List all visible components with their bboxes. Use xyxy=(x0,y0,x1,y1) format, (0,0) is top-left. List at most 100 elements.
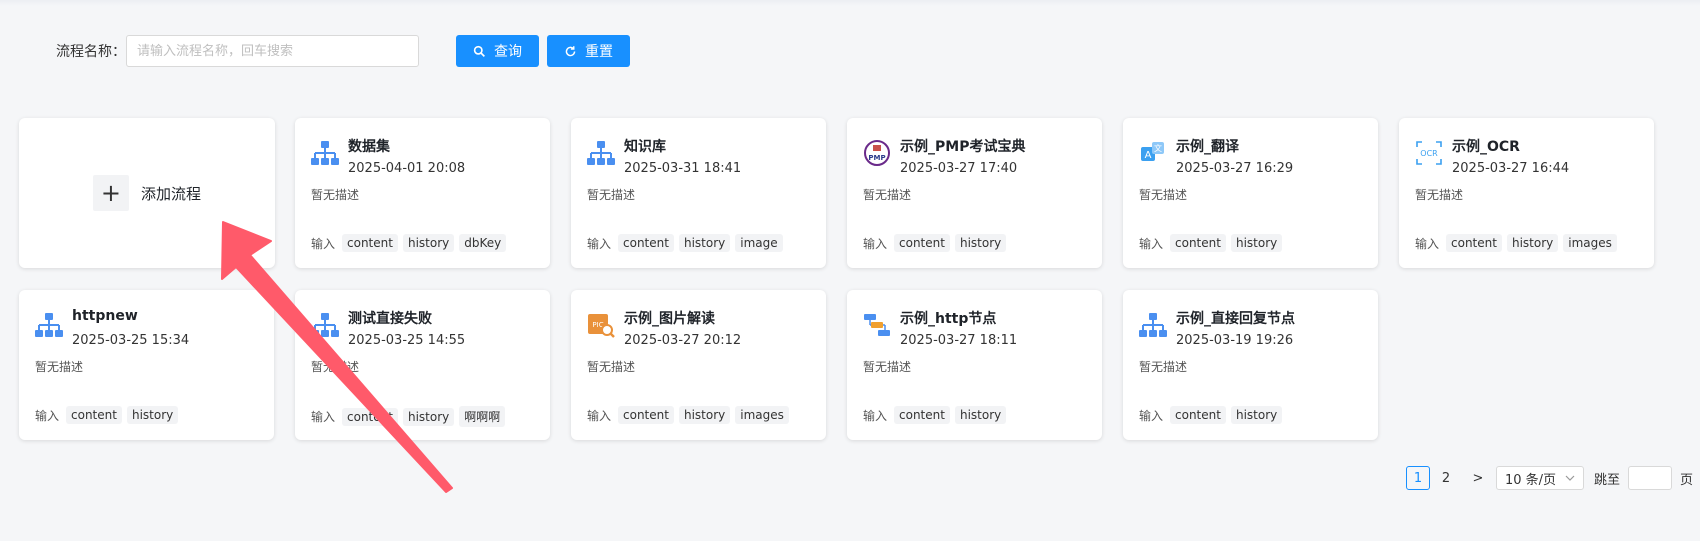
workflow-card-date: 2025-04-01 20:08 xyxy=(348,161,466,176)
input-tag: dbKey xyxy=(459,234,507,252)
input-tag: image xyxy=(735,234,783,252)
workflow-card-title: 示例_OCR xyxy=(1452,139,1520,155)
workflow-tree-icon xyxy=(35,311,63,339)
workflow-card[interactable]: A 文示例_翻译 2025-03-27 16:29 暂无描述 输入 content hist… xyxy=(1123,118,1378,268)
workflow-card[interactable]: 数据集 2025-04-01 20:08 暂无描述 输入 content history d… xyxy=(295,118,550,268)
workflow-card-description: 暂无描述 xyxy=(863,360,912,374)
inputs-label: 输入 xyxy=(863,408,888,423)
workflow-card[interactable]: PIC 示例_图片解读 2025-03-27 20:12 暂无描述 输入 content h… xyxy=(571,290,826,440)
page-1[interactable]: 1 xyxy=(1406,466,1430,490)
workflow-card-description: 暂无描述 xyxy=(35,360,84,374)
workflow-card[interactable]: 示例_http节点 2025-03-27 18:11 暂无描述输入 content hi… xyxy=(847,290,1102,440)
translate-icon: A文 xyxy=(1139,139,1167,167)
search-label: 流程名称： xyxy=(56,44,126,60)
input-tag: history xyxy=(402,407,455,426)
workflow-card-inputs: 输入 content history images xyxy=(587,406,789,424)
workflow-card-date: 2025-03-31 18:41 xyxy=(624,161,742,176)
workflow-card-date: 2025-03-19 19:26 xyxy=(1176,333,1294,348)
workflow-tree-icon xyxy=(587,139,615,167)
workflow-card-inputs: 输入 content history xyxy=(35,406,179,424)
pagination: 1 2 > 10 条/页 跳至 页 xyxy=(1406,466,1693,490)
workflow-tree-icon xyxy=(311,139,339,167)
input-tag: content xyxy=(342,407,398,426)
input-tag: content xyxy=(894,234,950,252)
input-tag: images xyxy=(735,406,789,424)
input-tag: history xyxy=(1506,234,1559,252)
workflow-card-title: 示例_直接回复节点 xyxy=(1176,311,1295,327)
page-2[interactable]: 2 xyxy=(1434,466,1458,490)
workflow-card-title: 示例_http节点 xyxy=(900,311,997,327)
inputs-label: 输入 xyxy=(587,236,612,251)
input-tag: content xyxy=(1170,406,1226,424)
workflow-card-date: 2025-03-27 16:44 xyxy=(1452,161,1570,176)
workflow-card-description: 暂无描述 xyxy=(1139,360,1188,374)
workflow-card-inputs: 输入 content history image xyxy=(587,234,783,252)
workflow-card-description: 暂无描述 xyxy=(587,360,636,374)
workflow-card-date: 2025-03-27 20:12 xyxy=(624,333,742,348)
inputs-label: 输入 xyxy=(35,408,60,423)
refresh-icon xyxy=(565,45,576,56)
search-row: 流程名称： xyxy=(56,35,419,67)
workflow-card[interactable]: 测试直接失败 2025-03-25 14:55 暂无描述 输入 content histo… xyxy=(295,290,550,440)
input-tag: history xyxy=(954,234,1007,252)
workflow-card-description: 暂无描述 xyxy=(1139,188,1188,202)
svg-text:A: A xyxy=(1145,150,1152,161)
inputs-label: 输入 xyxy=(1139,236,1164,251)
workflow-card-description: 暂无描述 xyxy=(587,188,636,202)
input-tag: content xyxy=(894,406,950,424)
page-suffix: 页 xyxy=(1680,472,1694,488)
workflow-card-inputs: 输入 content history xyxy=(1139,406,1283,424)
reset-button-label: 重置 xyxy=(585,44,613,60)
workflow-card-date: 2025-03-27 17:40 xyxy=(900,161,1018,176)
reset-button[interactable]: 重置 xyxy=(547,35,630,67)
pmp-icon: PMP xyxy=(863,139,891,167)
page-size-value: 10 条/页 xyxy=(1505,472,1557,488)
top-shadow-bar xyxy=(0,0,1700,6)
input-tag: images xyxy=(1563,234,1617,252)
input-tag: content xyxy=(1446,234,1502,252)
workflow-card[interactable]: httpnew 2025-03-25 15:34 暂无描述 输入 content hist… xyxy=(19,290,274,440)
query-button[interactable]: 查询 xyxy=(456,35,539,67)
workflow-card-description: 暂无描述 xyxy=(311,188,360,202)
query-button-label: 查询 xyxy=(494,44,522,60)
add-workflow-card[interactable]: + 添加流程 xyxy=(19,118,275,268)
input-tag: history xyxy=(1230,234,1283,252)
workflow-card-title: 测试直接失败 xyxy=(348,311,432,327)
inputs-label: 输入 xyxy=(863,236,888,251)
svg-text:文: 文 xyxy=(1154,143,1162,153)
plus-icon: + xyxy=(92,175,129,211)
workflow-card-inputs: 输入 content history dbKey xyxy=(311,234,507,252)
workflow-card-title: 示例_图片解读 xyxy=(624,311,715,327)
search-icon xyxy=(473,45,485,57)
svg-text:OCR: OCR xyxy=(1420,149,1438,158)
workflow-card-inputs: 输入 content history images xyxy=(1415,234,1617,252)
workflow-card-inputs: 输入 content history xyxy=(863,234,1007,252)
workflow-card[interactable]: 示例_直接回复节点 2025-03-19 19:26 暂无描述输入 content hi… xyxy=(1123,290,1378,440)
workflow-card-title: 示例_翻译 xyxy=(1176,139,1239,155)
input-tag: content xyxy=(618,406,674,424)
svg-text:PMP: PMP xyxy=(868,154,885,162)
workflow-card-date: 2025-03-27 16:29 xyxy=(1176,161,1294,176)
input-tag: content xyxy=(618,234,674,252)
search-input[interactable] xyxy=(126,35,419,67)
inputs-label: 输入 xyxy=(311,236,336,251)
workflow-card[interactable]: OCR 示例_OCR 2025-03-27 16:44 暂无描述 输入 content hi… xyxy=(1399,118,1654,268)
input-tag: history xyxy=(678,234,731,252)
workflow-card[interactable]: 知识库 2025-03-31 18:41 暂无描述 输入 content history i… xyxy=(571,118,826,268)
add-workflow-label: 添加流程 xyxy=(140,184,201,203)
input-tag: history xyxy=(678,406,731,424)
next-page-icon[interactable]: > xyxy=(1466,466,1490,490)
workflow-card-date: 2025-03-27 18:11 xyxy=(900,333,1018,348)
input-tag: content xyxy=(66,406,122,424)
workflow-card-date: 2025-03-25 14:55 xyxy=(348,333,466,348)
workflow-card-inputs: 输入 content history 啊啊啊 xyxy=(311,406,506,427)
workflow-tree-icon xyxy=(311,311,339,339)
http-node-icon xyxy=(863,311,891,339)
input-tag: content xyxy=(342,234,398,252)
workflow-card-title: 数据集 xyxy=(348,139,390,155)
page-size-select[interactable]: 10 条/页 xyxy=(1496,466,1584,490)
input-tag: history xyxy=(954,406,1007,424)
jump-page-input[interactable] xyxy=(1628,466,1673,490)
workflow-card-inputs: 输入 content history xyxy=(863,406,1007,424)
workflow-card[interactable]: PMP 示例_PMP考试宝典 2025-03-27 17:40 暂无描述 输入 conte… xyxy=(847,118,1102,268)
